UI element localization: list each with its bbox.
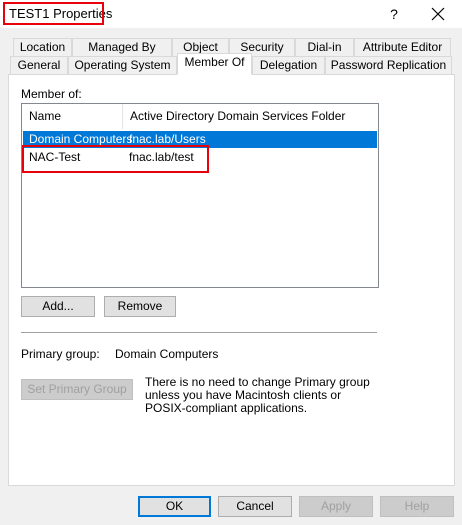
member-of-label: Member of: (21, 87, 82, 101)
row-annotation-box (22, 145, 209, 173)
ok-button[interactable]: OK (138, 496, 211, 517)
tab-delegation[interactable]: Delegation (252, 56, 325, 75)
divider (21, 332, 377, 333)
column-header-folder[interactable]: Active Directory Domain Services Folder (123, 104, 378, 129)
apply-button[interactable]: Apply (299, 496, 373, 517)
cancel-button[interactable]: Cancel (218, 496, 292, 517)
add-button[interactable]: Add... (21, 296, 95, 317)
help-icon[interactable]: ? (384, 4, 404, 24)
primary-group-note: There is no need to change Primary group… (145, 375, 370, 415)
column-header-name[interactable]: Name (22, 104, 123, 129)
tab-general[interactable]: General (10, 56, 68, 75)
primary-group-label: Primary group: (21, 347, 100, 361)
set-primary-group-button[interactable]: Set Primary Group (21, 379, 133, 400)
title-annotation-box (3, 2, 104, 25)
tab-managed-by[interactable]: Managed By (72, 38, 172, 57)
close-icon[interactable] (426, 3, 450, 25)
tab-member-of[interactable]: Member Of (177, 53, 252, 75)
tab-operating-system[interactable]: Operating System (68, 56, 177, 75)
primary-group-value: Domain Computers (115, 347, 219, 361)
tab-location[interactable]: Location (13, 38, 72, 57)
tab-dial-in[interactable]: Dial-in (295, 38, 354, 57)
help-button[interactable]: Help (380, 496, 454, 517)
title-bar: TEST1 Properties ? (0, 0, 462, 28)
member-of-list[interactable]: Name Active Directory Domain Services Fo… (21, 103, 379, 288)
tab-password-replication[interactable]: Password Replication (325, 56, 452, 75)
tab-attribute-editor[interactable]: Attribute Editor (354, 38, 451, 57)
remove-button[interactable]: Remove (104, 296, 176, 317)
